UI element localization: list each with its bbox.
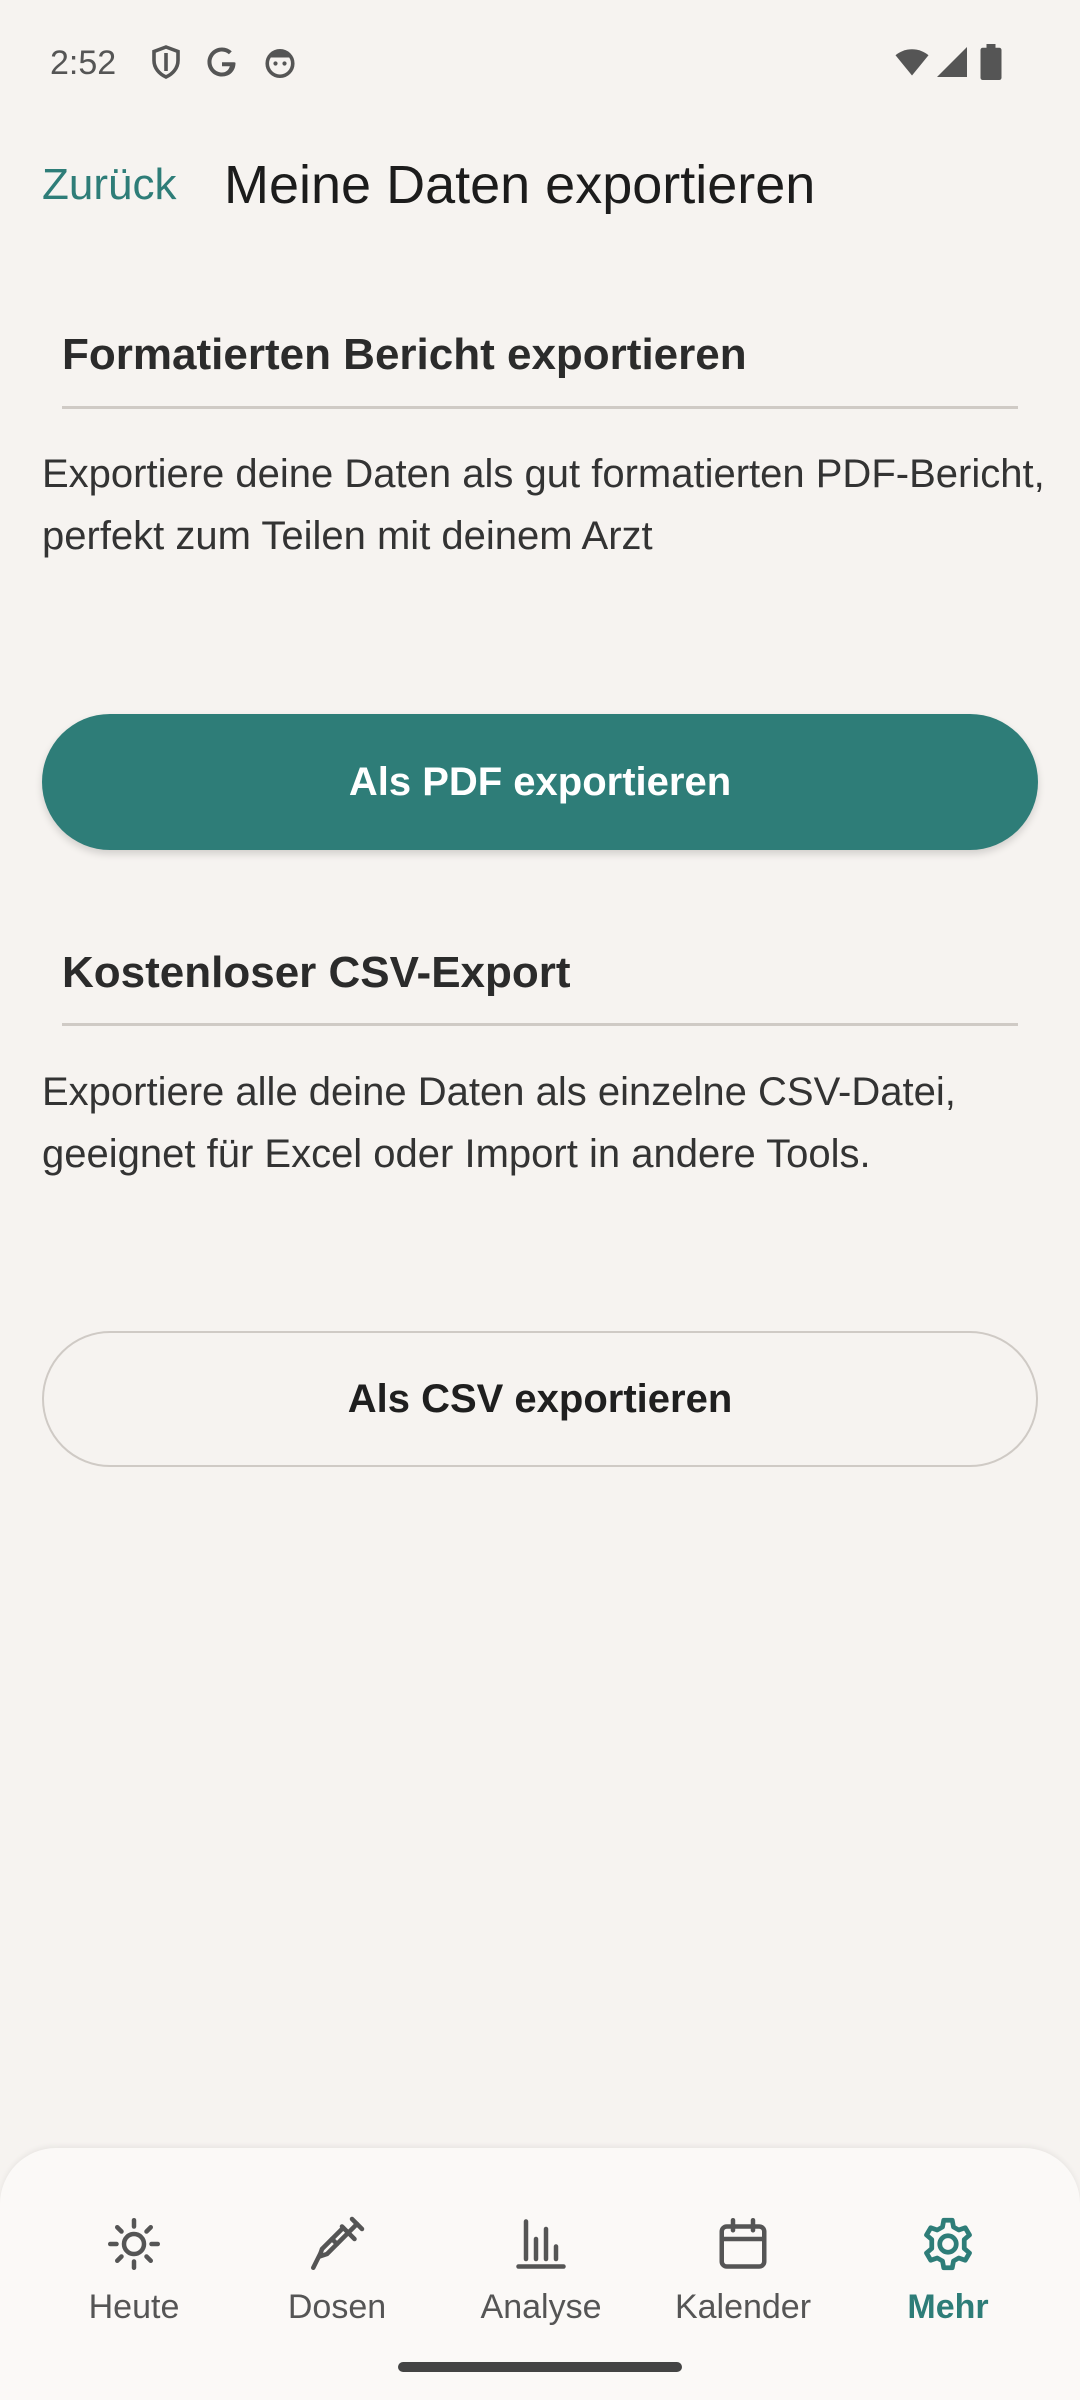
csv-section-divider	[62, 1023, 1018, 1026]
screen: 2:52 Zurück Meine Daten exportieren Form…	[0, 0, 1080, 2400]
nav-label-mehr: Mehr	[907, 2288, 989, 2326]
signal-icon	[934, 44, 970, 80]
shield-icon	[148, 44, 184, 80]
google-icon	[204, 44, 240, 80]
export-csv-button[interactable]: Als CSV exportieren	[42, 1331, 1038, 1467]
page-title: Meine Daten exportieren	[224, 155, 816, 215]
export-pdf-button[interactable]: Als PDF exportieren	[42, 714, 1038, 850]
gear-icon	[918, 2214, 978, 2274]
battery-icon	[980, 44, 1010, 80]
wifi-icon	[892, 44, 932, 80]
nav-label-kalender: Kalender	[674, 2288, 812, 2326]
bar-chart-icon	[511, 2214, 571, 2274]
nav-item-dosen[interactable]: Dosen	[247, 2214, 427, 2334]
nav-item-kalender[interactable]: Kalender	[653, 2214, 833, 2334]
syringe-icon	[307, 2214, 367, 2274]
nav-label-dosen: Dosen	[287, 2288, 387, 2326]
pdf-section-description: Exportiere deine Daten als gut formatier…	[42, 452, 1045, 558]
nav-item-heute[interactable]: Heute	[44, 2214, 224, 2334]
status-time: 2:52	[50, 44, 117, 82]
pdf-section-title: Formatierten Bericht exportieren	[62, 330, 747, 379]
nav-label-analyse: Analyse	[480, 2288, 602, 2326]
status-bar: 2:52	[0, 0, 1080, 130]
csv-section-title: Kostenloser CSV-Export	[62, 948, 571, 997]
back-button[interactable]: Zurück	[42, 160, 176, 210]
home-indicator[interactable]	[398, 2362, 682, 2372]
nav-item-analyse[interactable]: Analyse	[451, 2214, 631, 2334]
face-icon	[262, 44, 298, 80]
nav-item-mehr[interactable]: Mehr	[858, 2214, 1038, 2334]
pdf-section-divider	[62, 406, 1018, 409]
csv-section-description: Exportiere alle deine Daten als einzelne…	[42, 1070, 956, 1176]
calendar-icon	[713, 2214, 773, 2274]
nav-label-heute: Heute	[88, 2288, 180, 2326]
sun-icon	[104, 2214, 164, 2274]
